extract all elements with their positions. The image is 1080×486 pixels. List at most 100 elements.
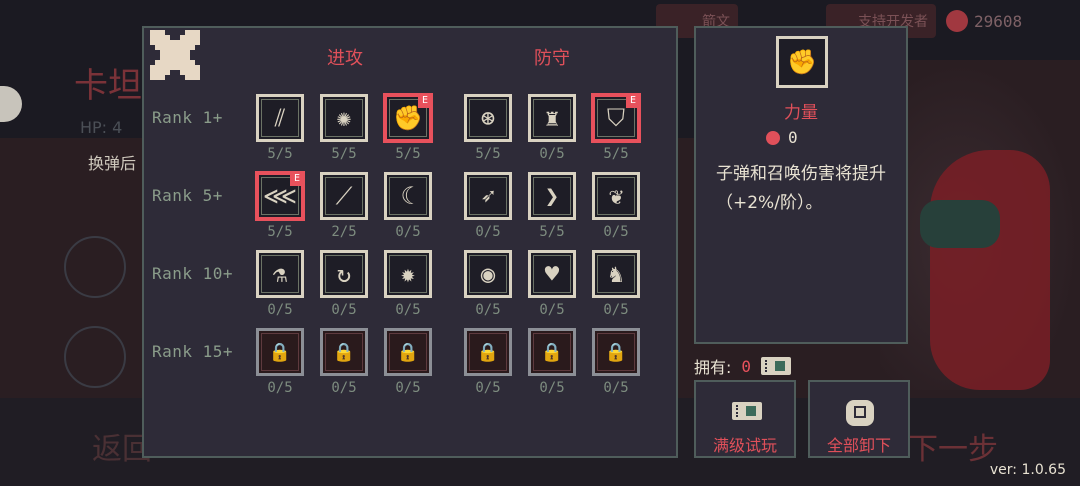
skill-level: 5/5 xyxy=(475,146,501,162)
skill-slot[interactable]: ❦ xyxy=(592,172,640,220)
skill-level: 0/5 xyxy=(539,380,565,396)
currency-icon xyxy=(766,130,780,145)
owned-label: 拥有: xyxy=(694,358,732,377)
skill-slot[interactable]: ☾ xyxy=(384,172,432,220)
vortex-icon: ✺ xyxy=(336,104,352,132)
skill-slot[interactable]: ♥ xyxy=(528,250,576,298)
character-name: 卡坦 xyxy=(74,66,142,106)
skill-level: 0/5 xyxy=(395,380,421,396)
attack-column-header: 进攻 xyxy=(327,48,363,69)
skill-slot[interactable]: ✊ E xyxy=(384,94,432,142)
skill-description: 子弹和召唤伤害将提升（+2%/阶）。 xyxy=(716,164,886,213)
skill-level: 0/5 xyxy=(475,302,501,318)
skill-slot[interactable]: ➶ xyxy=(464,172,512,220)
skill-slot[interactable]: ◉ xyxy=(464,250,512,298)
skill-level: 0/5 xyxy=(539,146,565,162)
dash-figure-icon: ➶ xyxy=(480,182,496,210)
skill-level: 5/5 xyxy=(267,224,293,240)
skill-level: 5/5 xyxy=(395,146,421,162)
defense-column-header: 防守 xyxy=(534,48,570,69)
equipped-badge: E xyxy=(626,94,640,108)
locked-skill-icon: 🔒 xyxy=(540,341,564,363)
running-figure-icon: ♞ xyxy=(608,260,624,288)
character-desc: 换弹后 xyxy=(88,154,137,173)
owned-count: 0 xyxy=(741,356,752,376)
skill-level: 0/5 xyxy=(267,302,293,318)
crescent-slash-icon: ☾ xyxy=(400,182,416,210)
currency-display: 29608 xyxy=(946,4,1022,38)
orb-icon: ◉ xyxy=(480,260,496,288)
skill-slot[interactable]: ⛉ E xyxy=(592,94,640,142)
skill-level: 0/5 xyxy=(395,224,421,240)
skill-cost: 0 xyxy=(766,128,798,147)
hearts-icon: ♥ xyxy=(544,260,560,288)
skill-level: 0/5 xyxy=(603,224,629,240)
equipped-badge: E xyxy=(418,94,432,108)
unequip-all-label: 全部卸下 xyxy=(826,436,891,455)
skill-level: 0/5 xyxy=(267,380,293,396)
skill-slot[interactable]: ⚗ xyxy=(256,250,304,298)
skill-slot[interactable]: 🔒 xyxy=(256,328,304,376)
rank-label: Rank 5+ xyxy=(152,186,223,205)
ticket-icon xyxy=(761,357,792,375)
version-label: ver: 1.0.65 xyxy=(989,462,1066,478)
skill-level: 0/5 xyxy=(331,302,357,318)
skill-level: 5/5 xyxy=(331,146,357,162)
skill-cost-value: 0 xyxy=(788,128,798,147)
character-hp: HP: 4 xyxy=(80,118,123,137)
locked-skill-icon: 🔒 xyxy=(604,341,628,363)
rank-label: Rank 15+ xyxy=(152,342,234,361)
slash-lines-icon: ⫽ xyxy=(274,104,286,132)
skill-slot[interactable]: 🔒 xyxy=(464,328,512,376)
lock-slot-icon xyxy=(64,326,126,388)
skill-level: 0/5 xyxy=(475,380,501,396)
skill-slot[interactable]: 🔒 xyxy=(592,328,640,376)
skill-slot[interactable]: ✺ xyxy=(320,94,368,142)
close-icon[interactable] xyxy=(150,30,200,80)
skill-slot[interactable]: 🔒 xyxy=(528,328,576,376)
skill-slot[interactable]: ⊛ xyxy=(464,94,512,142)
detail-glyph: ✊ xyxy=(787,48,817,76)
max-level-trial-button[interactable]: 满级试玩 xyxy=(694,380,796,458)
rank-label: Rank 1+ xyxy=(152,108,223,127)
claw-slash-icon: ⟋ xyxy=(335,182,353,210)
locked-skill-icon: 🔒 xyxy=(476,341,500,363)
unequip-icon xyxy=(846,400,874,426)
skill-slot[interactable]: 🔒 xyxy=(384,328,432,376)
skill-level: 0/5 xyxy=(331,380,357,396)
chat-bubble-icon[interactable] xyxy=(0,86,22,122)
skill-slot[interactable]: ♜ xyxy=(528,94,576,142)
skill-level: 0/5 xyxy=(395,302,421,318)
skill-slot[interactable]: ↻ xyxy=(320,250,368,298)
skill-slot[interactable]: ❯ xyxy=(528,172,576,220)
chevron-right-icon: ❯ xyxy=(544,182,560,210)
skill-level: 5/5 xyxy=(267,146,293,162)
currency-amount: 29608 xyxy=(974,11,1023,31)
leaf-icon: ❦ xyxy=(608,182,624,210)
fist-icon: ✊ xyxy=(776,36,828,88)
skill-slot[interactable]: ⋘ E xyxy=(256,172,304,220)
skill-level: 0/5 xyxy=(603,302,629,318)
skill-slot[interactable]: ♞ xyxy=(592,250,640,298)
burst-icon: ✹ xyxy=(400,260,416,288)
skill-slot[interactable]: ✹ xyxy=(384,250,432,298)
locked-skill-icon: 🔒 xyxy=(332,341,356,363)
character-mask xyxy=(920,200,1000,248)
potion-icon: ⚗ xyxy=(272,260,288,288)
currency-icon xyxy=(946,10,968,32)
reload-hand-icon: ↻ xyxy=(336,260,352,288)
locked-skill-icon: 🔒 xyxy=(396,341,420,363)
flex-figure-icon: ♜ xyxy=(544,104,560,132)
skill-slot[interactable]: ⟋ xyxy=(320,172,368,220)
skill-level: 0/5 xyxy=(603,380,629,396)
ticket-icon xyxy=(732,402,762,420)
skill-slot[interactable]: 🔒 xyxy=(320,328,368,376)
lock-slot-icon xyxy=(64,236,126,298)
skill-level: 0/5 xyxy=(475,224,501,240)
skill-slot[interactable]: ⫽ xyxy=(256,94,304,142)
arcane-circle-icon: ⊛ xyxy=(480,104,496,132)
unequip-all-button[interactable]: 全部卸下 xyxy=(808,380,910,458)
skill-level: 2/5 xyxy=(331,224,357,240)
owned-tickets: 拥有: 0 xyxy=(694,354,792,378)
next-step-button[interactable]: 下一步 xyxy=(908,424,998,468)
